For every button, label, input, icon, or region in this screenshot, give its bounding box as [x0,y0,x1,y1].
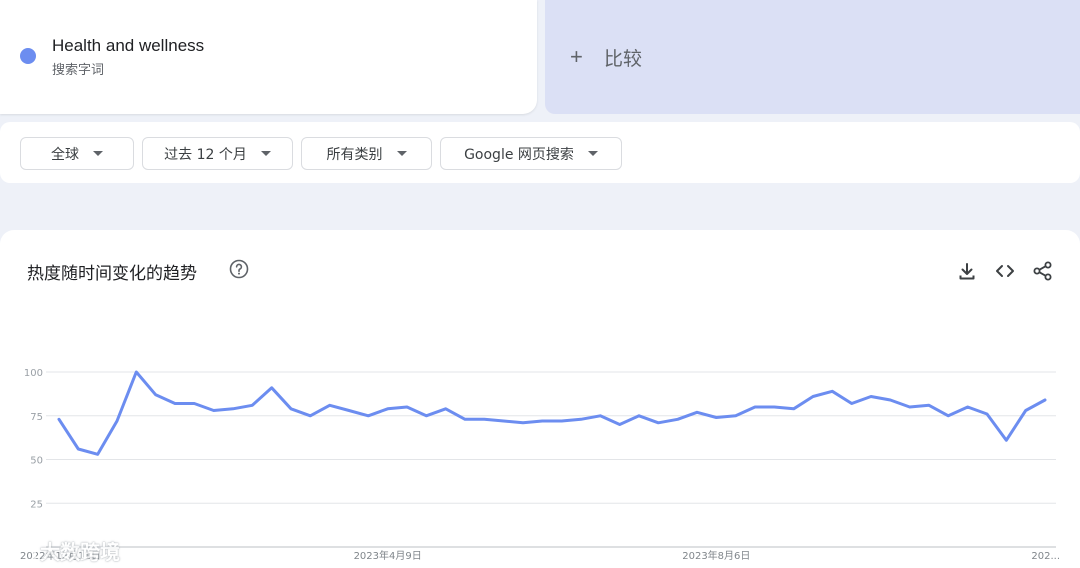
data-point [154,393,157,396]
x-tick-label: 202... [1031,551,1060,562]
data-point [773,406,776,409]
data-point [870,395,873,398]
data-point [638,414,641,417]
data-point [425,414,428,417]
y-tick-label: 50 [30,456,43,467]
data-point [908,406,911,409]
caret-down-icon [93,151,103,156]
data-point [58,418,61,421]
time-range-filter-dropdown[interactable]: 过去 12 个月 [142,137,293,170]
data-point [1044,399,1047,402]
data-point [889,399,892,402]
data-point [444,407,447,410]
data-point [96,453,99,456]
data-point [966,406,969,409]
caret-down-icon [587,151,598,156]
caret-down-icon [396,151,407,156]
data-point [986,413,989,416]
region-filter-label: 全球 [51,146,79,163]
watermark-logo-icon [8,537,36,564]
data-point [560,420,563,423]
data-point [464,418,467,421]
y-tick-label: 25 [30,499,43,510]
data-point [386,407,389,410]
y-tick-label: 100 [24,368,43,379]
interest-over-time-panel: 热度随时间变化的趋势 25 50 75 100 2022年12月11日 2023年4月9日… [0,230,1080,568]
data-point [348,409,351,412]
data-point [135,371,138,374]
data-point [174,402,177,405]
data-point [928,404,931,407]
data-point [483,418,486,421]
data-point [850,402,853,405]
watermark-text: 大数跨境 [40,540,120,564]
search-term-subtitle: 搜索字词 [52,63,105,78]
data-point [618,423,621,426]
data-point [715,416,718,419]
region-filter-dropdown[interactable]: 全球 [20,137,134,170]
data-point [406,406,409,409]
data-point [1024,409,1027,412]
search-term-card[interactable]: Health and wellness 搜索字词 [0,0,537,114]
data-point [77,448,80,451]
trend-line-chart: 2550751002022年12月11日 2023年4月9日 2023年8月6日 20… [20,368,1060,562]
trend-series-line [57,370,1047,456]
filter-bar: 全球 过去 12 个月 所有类别 Google 网页搜索 [0,122,1080,183]
watermark: 大数跨境 [8,536,120,565]
search-type-filter-dropdown[interactable]: Google 网页搜索 [440,137,622,170]
category-filter-label: 所有类别 [326,146,383,163]
data-point [792,407,795,410]
data-point [541,420,544,423]
plus-icon: + [570,44,583,69]
data-point [328,404,331,407]
data-point [657,421,660,424]
search-term-name: Health and wellness [52,36,205,55]
caret-down-icon [260,151,271,156]
data-point [947,414,950,417]
data-point [193,402,196,405]
data-point [232,407,235,410]
data-point [522,421,525,424]
data-point [734,414,737,417]
data-point [270,386,273,389]
data-point [116,420,119,423]
search-type-filter-label: Google 网页搜索 [464,146,574,163]
data-point [754,406,757,409]
data-point [1005,439,1008,442]
x-tick-label: 2023年8月6日 [682,549,750,562]
time-range-filter-label: 过去 12 个月 [164,146,247,163]
x-tick-label: 2023年4月9日 [354,549,422,562]
data-point [599,414,602,417]
data-point [367,414,370,417]
data-point [502,420,505,423]
data-point [290,407,293,410]
data-point [812,395,815,398]
data-point [212,409,215,412]
data-point [676,418,679,421]
data-point [696,411,699,414]
category-filter-dropdown[interactable]: 所有类别 [301,137,432,170]
data-point [309,414,312,417]
y-tick-label: 75 [30,412,43,423]
term-color-dot [20,48,36,64]
data-point [831,390,834,393]
compare-button[interactable]: + 比较 [545,0,1080,114]
data-point [251,404,254,407]
compare-label: 比较 [604,47,643,70]
data-point [580,418,583,421]
